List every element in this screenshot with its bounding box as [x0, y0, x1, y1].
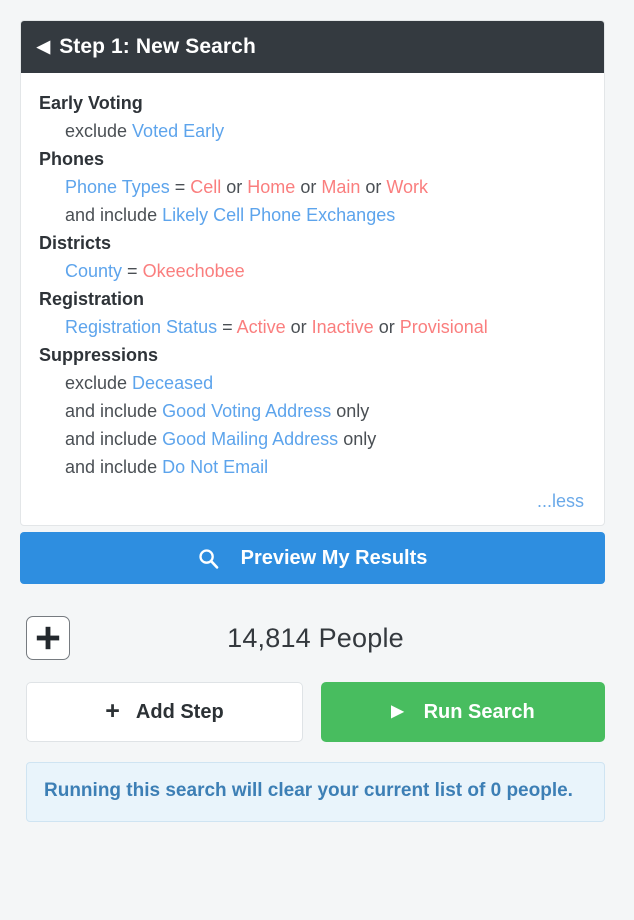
criteria-operator: or [295, 177, 322, 197]
criteria-operator: only [331, 401, 370, 421]
add-step-button[interactable]: + Add Step [26, 682, 303, 742]
criteria-operator: and include [65, 457, 163, 477]
criteria-operator: = [169, 177, 191, 197]
criteria-group-title: Phones [39, 149, 105, 169]
collapse-row: ...less [39, 481, 586, 515]
criteria-operator: or [221, 177, 248, 197]
step-header[interactable]: ◀ Step 1: New Search [21, 21, 604, 73]
criteria-operator: exclude [65, 121, 133, 141]
criteria-operator: = [122, 261, 143, 281]
collapse-less-link[interactable]: ...less [537, 491, 584, 511]
preview-results-button[interactable]: Preview My Results [20, 532, 605, 584]
criteria-field[interactable]: Deceased [132, 373, 213, 393]
criteria-value[interactable]: Main [321, 177, 360, 197]
criteria-line: and include Do Not Email [39, 453, 586, 481]
criteria-operator: exclude [65, 373, 133, 393]
criteria-field[interactable]: Good Voting Address [162, 401, 331, 421]
criteria-group-title: Suppressions [39, 345, 159, 365]
criteria-value[interactable]: Home [247, 177, 295, 197]
criteria-group-title: Districts [39, 233, 112, 253]
criteria-group-title: Early Voting [39, 93, 143, 113]
preview-results-label: Preview My Results [240, 546, 428, 569]
criteria-operator: and include [65, 401, 163, 421]
add-step-label: Add Step [135, 700, 224, 723]
criteria-line: Registration Status = Active or Inactive… [39, 313, 586, 341]
criteria-list: Early Voting exclude Voted Early Phones Pho… [21, 73, 604, 525]
criteria-field[interactable]: Do Not Email [162, 457, 268, 477]
people-count-row: 14,814 People [20, 608, 605, 668]
criteria-operator: and include [65, 429, 163, 449]
plus-icon [36, 626, 60, 650]
action-buttons: + Add Step ▶ Run Search [20, 682, 605, 742]
criteria-field[interactable]: Phone Types [65, 177, 170, 197]
search-builder-panel: ◀ Step 1: New Search Early Voting exclude… [0, 0, 634, 920]
criteria-field[interactable]: County [65, 261, 122, 281]
play-icon: ▶ [391, 703, 404, 720]
criteria-line: and include Good Mailing Address only [39, 425, 586, 453]
criteria-group-title: Registration [39, 289, 145, 309]
criteria-line: and include Good Voting Address only [39, 397, 586, 425]
criteria-line: exclude Voted Early [39, 117, 586, 145]
criteria-operator: or [360, 177, 387, 197]
criteria-value[interactable]: Active [237, 317, 286, 337]
criteria-value[interactable]: Work [386, 177, 428, 197]
plus-icon: + [105, 696, 120, 725]
clear-list-notice-text: Running this search will clear your curr… [44, 780, 573, 801]
criteria-value[interactable]: Okeechobee [143, 261, 245, 281]
run-search-button[interactable]: ▶ Run Search [321, 682, 605, 742]
step-title: Step 1: New Search [59, 35, 256, 58]
back-caret-icon[interactable]: ◀ [37, 38, 50, 55]
criteria-line: Phone Types = Cell or Home or Main or Wo… [39, 173, 586, 201]
criteria-line: County = Okeechobee [39, 257, 586, 285]
criteria-line: and include Likely Cell Phone Exchanges [39, 201, 586, 229]
criteria-value[interactable]: Provisional [400, 317, 488, 337]
people-count-label: 14,814 People [227, 622, 404, 653]
criteria-field[interactable]: Good Mailing Address [162, 429, 338, 449]
search-icon [198, 548, 219, 569]
criteria-operator: or [285, 317, 312, 337]
clear-list-notice: Running this search will clear your curr… [26, 762, 605, 822]
add-criteria-button[interactable] [26, 616, 70, 660]
criteria-operator: only [338, 429, 377, 449]
criteria-operator: and include [65, 205, 163, 225]
criteria-line: exclude Deceased [39, 369, 586, 397]
criteria-operator: or [373, 317, 400, 337]
step-card: ◀ Step 1: New Search Early Voting exclude… [20, 20, 605, 526]
criteria-value[interactable]: Cell [190, 177, 221, 197]
criteria-field[interactable]: Likely Cell Phone Exchanges [162, 205, 395, 225]
criteria-operator: = [217, 317, 237, 337]
criteria-field[interactable]: Voted Early [132, 121, 224, 141]
run-search-label: Run Search [423, 700, 535, 723]
criteria-value[interactable]: Inactive [312, 317, 374, 337]
criteria-field[interactable]: Registration Status [65, 317, 217, 337]
